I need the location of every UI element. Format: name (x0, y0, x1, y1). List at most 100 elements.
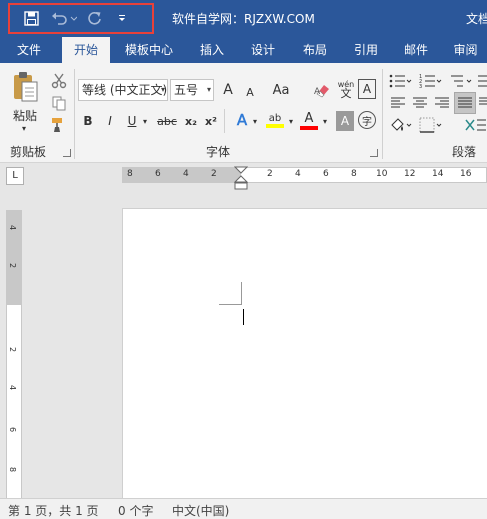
text-cursor (243, 309, 244, 325)
font-color-button[interactable]: A (298, 109, 320, 133)
format-painter-icon[interactable] (48, 115, 70, 135)
clipboard-group-label: 剪贴板 (10, 145, 47, 159)
text-effects-button[interactable]: A (232, 109, 252, 131)
clear-formatting-icon[interactable]: A (312, 79, 334, 101)
underline-dropdown-icon[interactable]: ▾ (140, 113, 150, 129)
align-right-icon[interactable] (432, 93, 452, 113)
strikethrough-button[interactable]: abc (156, 111, 178, 131)
save-icon[interactable] (20, 8, 42, 28)
ruler-number: 8 (8, 466, 18, 473)
character-shading-button[interactable]: A (336, 111, 354, 131)
shrink-font-button[interactable]: A (240, 81, 260, 103)
ruler-number: 12 (404, 169, 416, 179)
ruler-number: 6 (8, 426, 18, 433)
font-size-value: 五号 (174, 83, 199, 97)
paste-dropdown-icon[interactable]: ▾ (16, 123, 32, 133)
ruler-number: 2 (211, 169, 217, 179)
ruler-number: 16 (460, 169, 472, 179)
ruler-number: 2 (267, 169, 273, 179)
text-effects-dropdown-icon[interactable]: ▾ (250, 113, 260, 129)
document-name: 文档 (466, 12, 487, 26)
highlight-color-swatch (266, 124, 284, 128)
font-launcher-icon[interactable] (370, 149, 378, 157)
borders-icon[interactable] (418, 115, 444, 135)
title-bar: 软件自学网：RJZXW.COM 文档 (0, 0, 487, 37)
word-count[interactable]: 0 个字 (118, 502, 153, 519)
horizontal-ruler[interactable]: 8 6 4 2 2 4 6 8 10 12 14 16 (122, 166, 487, 190)
phonetic-guide-button[interactable]: wén 文 (336, 77, 356, 101)
ribbon-home: 粘贴 ▾ 剪贴板 等线 (中文正文) ▾ 五号 ▾ A A Aa A wén 文 A … (0, 63, 487, 163)
tab-references[interactable]: 引用 (344, 37, 388, 63)
tab-design[interactable]: 设计 (240, 37, 286, 63)
paragraph-group-label: 段落 (452, 145, 477, 159)
paste-icon[interactable] (8, 69, 42, 105)
vertical-ruler[interactable]: 4 2 2 4 6 8 (6, 210, 22, 500)
tab-file[interactable]: 文件 (0, 37, 58, 63)
highlight-button[interactable]: ab (264, 109, 286, 133)
font-name-value: 等线 (中文正文) (82, 83, 168, 97)
ruler-number: 4 (183, 169, 189, 179)
phonetic-char: 文 (340, 87, 352, 100)
ruler-number: 10 (376, 169, 388, 179)
chevron-down-icon: ▾ (206, 85, 211, 94)
redo-icon[interactable] (84, 8, 104, 28)
text-direction-icon[interactable] (462, 115, 487, 135)
ruler-margin-left (123, 168, 241, 182)
customize-qat-icon[interactable] (112, 8, 132, 28)
ruler-number: 8 (127, 169, 133, 179)
font-group-label: 字体 (206, 145, 231, 159)
divider (224, 109, 225, 133)
subscript-button[interactable]: x₂ (182, 111, 200, 131)
ruler-number: 6 (155, 169, 161, 179)
bold-button[interactable]: B (80, 111, 96, 131)
bullets-icon[interactable] (388, 71, 414, 91)
highlight-dropdown-icon[interactable]: ▾ (286, 113, 296, 129)
svg-text:A: A (314, 87, 321, 97)
copy-icon[interactable] (48, 93, 70, 113)
align-center-icon[interactable] (410, 93, 430, 113)
multilevel-list-icon[interactable] (448, 71, 474, 91)
page-count[interactable]: 第 1 页，共 1 页 (8, 502, 99, 519)
underline-button[interactable]: U (124, 111, 140, 131)
svg-text:3: 3 (419, 84, 422, 89)
ruler-number: 4 (295, 169, 301, 179)
font-color-text: A (304, 111, 314, 126)
decrease-indent-icon[interactable] (476, 71, 487, 91)
highlight-text: ab (268, 113, 282, 124)
font-color-dropdown-icon[interactable]: ▾ (320, 113, 330, 129)
character-border-button[interactable]: A (358, 79, 376, 99)
tab-mailings[interactable]: 邮件 (394, 37, 438, 63)
grow-font-button[interactable]: A (218, 79, 238, 101)
numbering-icon[interactable]: 123 (418, 71, 444, 91)
ruler-number: 14 (432, 169, 444, 179)
status-bar: 第 1 页，共 1 页 0 个字 中文(中国) (0, 498, 487, 519)
font-size-combo[interactable]: 五号 ▾ (170, 79, 214, 101)
group-divider (74, 69, 75, 159)
enclose-characters-button[interactable]: 字 (358, 111, 376, 129)
tab-home[interactable]: 开始 (62, 37, 110, 63)
distributed-icon[interactable] (478, 93, 487, 113)
change-case-button[interactable]: Aa (266, 79, 296, 101)
undo-icon[interactable] (50, 8, 78, 28)
align-left-icon[interactable] (388, 93, 408, 113)
margin-crop-mark (219, 304, 241, 305)
superscript-button[interactable]: x² (202, 111, 220, 131)
clipboard-launcher-icon[interactable] (63, 149, 71, 157)
document-page[interactable] (122, 208, 487, 498)
paste-button[interactable]: 粘贴 (10, 107, 40, 123)
ruler-number: 4 (8, 224, 18, 231)
tab-selector[interactable]: L (6, 167, 24, 185)
ruler-number: 2 (8, 262, 18, 269)
font-name-combo[interactable]: 等线 (中文正文) ▾ (78, 79, 168, 101)
justify-icon[interactable] (454, 92, 476, 114)
language-indicator[interactable]: 中文(中国) (172, 502, 229, 519)
tab-insert[interactable]: 插入 (190, 37, 234, 63)
tab-layout[interactable]: 布局 (292, 37, 338, 63)
indent-marker-icon[interactable] (234, 166, 248, 192)
tab-templates[interactable]: 模板中心 (114, 37, 184, 63)
cut-icon[interactable] (48, 71, 70, 91)
shading-icon[interactable] (388, 115, 414, 135)
font-color-swatch (300, 126, 318, 130)
tab-review[interactable]: 审阅 (444, 37, 487, 63)
italic-button[interactable]: I (102, 111, 118, 131)
